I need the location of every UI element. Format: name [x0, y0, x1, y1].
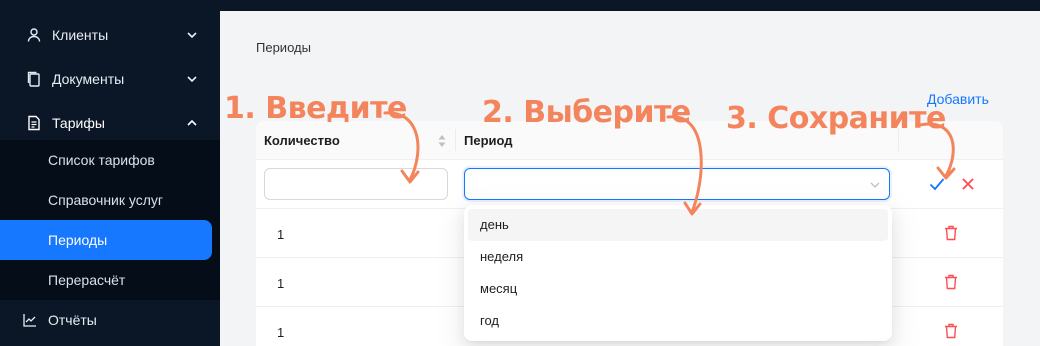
quantity-cell: 1: [277, 325, 285, 340]
option-label: год: [480, 313, 499, 328]
page-title: Периоды: [256, 40, 311, 55]
cancel-close-icon[interactable]: [961, 177, 975, 191]
quantity-cell: 1: [277, 276, 285, 291]
documents-icon: [27, 71, 40, 87]
sidebar-item-label: Тарифы: [52, 115, 105, 131]
sidebar-item-tariffs[interactable]: Тарифы: [0, 103, 220, 143]
tariffs-submenu: Список тарифов Справочник услуг Периоды …: [0, 140, 220, 300]
chevron-down-icon: [187, 32, 197, 39]
tariff-document-icon: [28, 115, 40, 131]
user-icon: [27, 28, 41, 42]
period-option-year[interactable]: год: [468, 305, 888, 337]
sidebar: Клиенты Документы Тарифы Список тарифов …: [0, 0, 220, 346]
sidebar-item-tariff-list[interactable]: Список тарифов: [0, 140, 220, 180]
sidebar-item-label: Отчёты: [48, 312, 97, 328]
table-row-edit: [256, 160, 1003, 209]
column-header-quantity[interactable]: Количество: [264, 133, 340, 148]
annotation-step1: 1. Введите: [224, 91, 407, 126]
sidebar-item-label: Справочник услуг: [48, 192, 164, 208]
sidebar-item-label: Документы: [52, 71, 125, 87]
sort-icon[interactable]: [437, 133, 447, 149]
annotation-step2: 2. Выберите: [482, 95, 691, 130]
sidebar-item-periods[interactable]: Периоды: [0, 220, 212, 260]
delete-icon[interactable]: [944, 323, 958, 339]
annotation-step3: 3. Сохраните: [726, 101, 946, 136]
sidebar-item-documents[interactable]: Документы: [0, 59, 220, 99]
sidebar-item-label: Перерасчёт: [48, 272, 126, 288]
sidebar-item-clients[interactable]: Клиенты: [0, 15, 220, 55]
period-option-week[interactable]: неделя: [468, 241, 888, 273]
chevron-up-icon: [187, 119, 197, 126]
top-bar: [220, 0, 1040, 11]
delete-icon[interactable]: [944, 274, 958, 290]
column-divider: [455, 129, 456, 151]
option-label: день: [480, 217, 509, 232]
sidebar-item-recalculation[interactable]: Перерасчёт: [0, 260, 220, 300]
period-option-month[interactable]: месяц: [468, 273, 888, 305]
chevron-down-icon: [870, 182, 880, 188]
period-dropdown: день неделя месяц год: [464, 205, 892, 341]
period-option-day[interactable]: день: [468, 209, 888, 241]
save-check-icon[interactable]: [929, 177, 945, 191]
chart-line-icon: [23, 314, 36, 327]
sidebar-item-label: Клиенты: [52, 27, 109, 43]
chevron-down-icon: [187, 76, 197, 83]
sidebar-item-label: Периоды: [48, 232, 108, 248]
sidebar-item-reports[interactable]: Отчёты: [0, 300, 220, 340]
quantity-cell: 1: [277, 227, 285, 242]
period-select[interactable]: [464, 168, 890, 200]
option-label: месяц: [480, 281, 518, 296]
column-header-period[interactable]: Период: [464, 133, 513, 148]
quantity-input[interactable]: [264, 168, 448, 200]
sidebar-item-label: Список тарифов: [48, 152, 155, 168]
sidebar-item-services[interactable]: Справочник услуг: [0, 180, 220, 220]
delete-icon[interactable]: [944, 225, 958, 241]
option-label: неделя: [480, 249, 524, 264]
